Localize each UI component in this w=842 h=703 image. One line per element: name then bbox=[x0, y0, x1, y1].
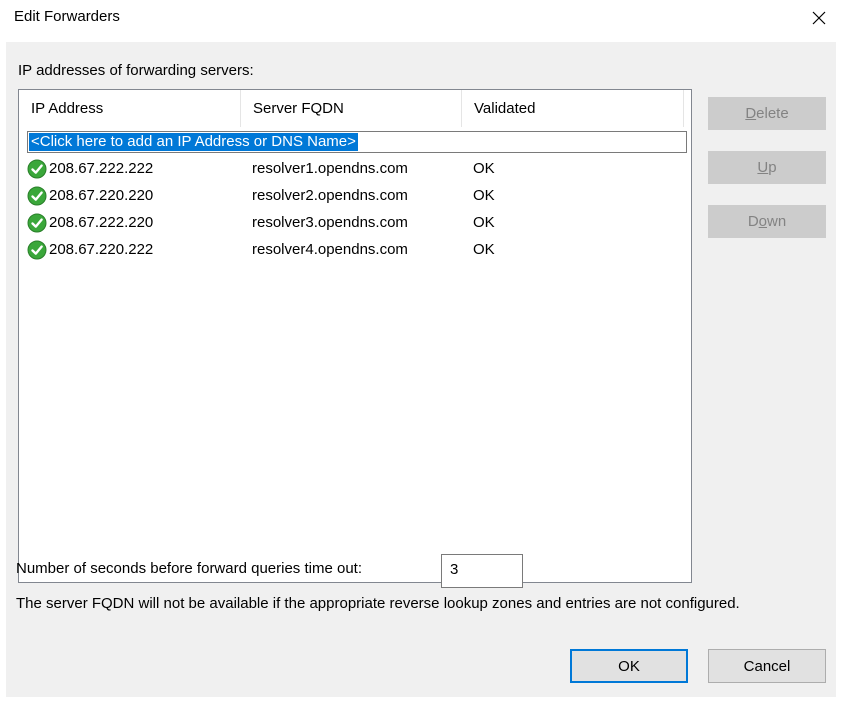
ip-address-cell: 208.67.220.220 bbox=[49, 187, 154, 204]
check-circle-icon bbox=[27, 213, 47, 233]
fqdn-cell: resolver4.opendns.com bbox=[252, 241, 408, 258]
forwarders-list[interactable]: IP Address Server FQDN Validated <Click … bbox=[18, 89, 692, 583]
servers-label: IP addresses of forwarding servers: bbox=[18, 62, 254, 79]
table-row[interactable]: 208.67.222.220 resolver3.opendns.com OK bbox=[19, 210, 691, 237]
fqdn-cell: resolver1.opendns.com bbox=[252, 160, 408, 177]
ip-address-cell: 208.67.222.220 bbox=[49, 214, 154, 231]
check-circle-icon bbox=[27, 240, 47, 260]
table-row[interactable]: 208.67.222.222 resolver1.opendns.com OK bbox=[19, 156, 691, 183]
column-ip-address[interactable]: IP Address bbox=[19, 90, 241, 127]
down-label-start: D bbox=[747, 213, 759, 230]
fqdn-cell: resolver3.opendns.com bbox=[252, 214, 408, 231]
column-validated[interactable]: Validated bbox=[462, 90, 684, 127]
add-entry-row[interactable]: <Click here to add an IP Address or DNS … bbox=[27, 131, 687, 153]
close-button[interactable] bbox=[796, 0, 842, 36]
title-bar: Edit Forwarders bbox=[0, 0, 842, 36]
ip-address-cell: 208.67.222.222 bbox=[49, 160, 154, 177]
cancel-button[interactable]: Cancel bbox=[708, 649, 826, 683]
dialog-title: Edit Forwarders bbox=[14, 8, 120, 25]
down-button[interactable]: Do wn bbox=[708, 205, 826, 238]
timeout-input[interactable]: 3 bbox=[441, 554, 523, 588]
fqdn-cell: resolver2.opendns.com bbox=[252, 187, 408, 204]
validated-cell: OK bbox=[473, 187, 495, 204]
ip-address-cell: 208.67.220.222 bbox=[49, 241, 154, 258]
up-mnemonic: U bbox=[757, 159, 769, 176]
down-mnemonic: o bbox=[758, 213, 767, 230]
dialog-body: IP addresses of forwarding servers: IP A… bbox=[6, 42, 836, 697]
list-header: IP Address Server FQDN Validated bbox=[19, 90, 691, 127]
up-button[interactable]: Up bbox=[708, 151, 826, 184]
table-row[interactable]: 208.67.220.222 resolver4.opendns.com OK bbox=[19, 237, 691, 264]
add-entry-prompt[interactable]: <Click here to add an IP Address or DNS … bbox=[29, 133, 358, 151]
validated-cell: OK bbox=[473, 214, 495, 231]
timeout-label: Number of seconds before forward queries… bbox=[16, 560, 363, 577]
delete-label: elete bbox=[756, 105, 789, 122]
up-label: p bbox=[768, 159, 777, 176]
validated-cell: OK bbox=[473, 160, 495, 177]
table-row[interactable]: 208.67.220.220 resolver2.opendns.com OK bbox=[19, 183, 691, 210]
fqdn-note: The server FQDN will not be available if… bbox=[16, 595, 740, 612]
ok-button[interactable]: OK bbox=[570, 649, 688, 683]
delete-button[interactable]: Delete bbox=[708, 97, 826, 130]
check-circle-icon bbox=[27, 159, 47, 179]
delete-mnemonic: D bbox=[745, 105, 757, 122]
close-icon bbox=[812, 11, 826, 25]
check-circle-icon bbox=[27, 186, 47, 206]
down-label-end: wn bbox=[767, 213, 787, 230]
validated-cell: OK bbox=[473, 241, 495, 258]
column-server-fqdn[interactable]: Server FQDN bbox=[241, 90, 462, 127]
